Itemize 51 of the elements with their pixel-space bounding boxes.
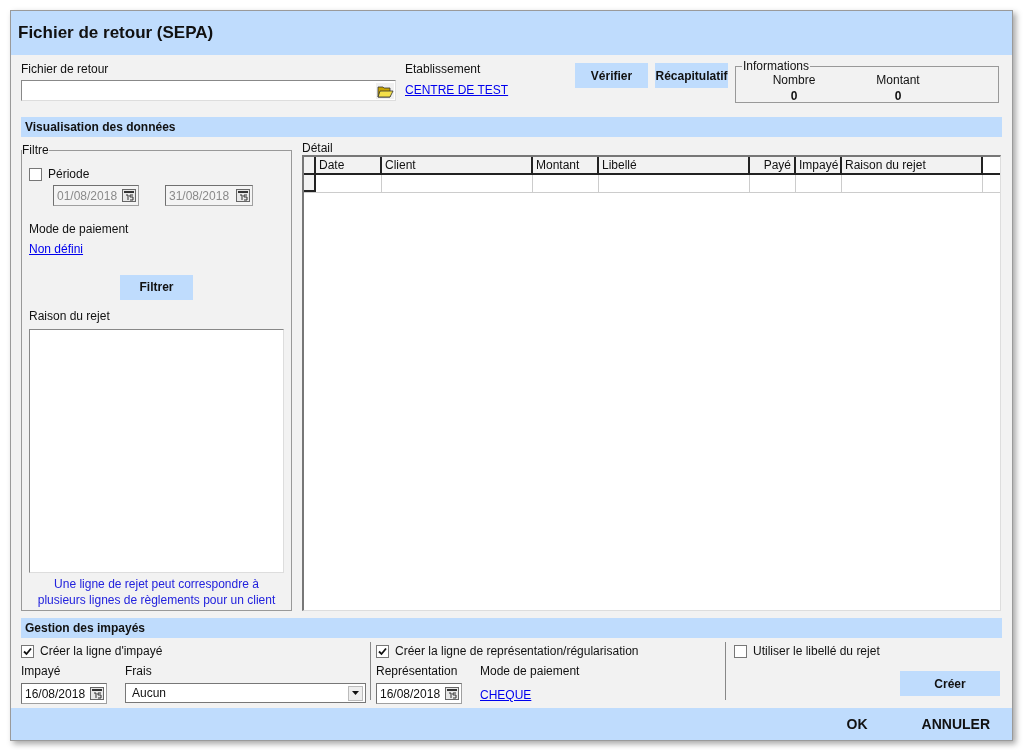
calendar-icon[interactable]: [90, 687, 104, 700]
checkbox[interactable]: [376, 644, 389, 658]
field-label: Fichier de retour: [21, 61, 110, 78]
field-label: Raison du rejet: [29, 307, 111, 325]
section-header-bar: Gestion des impayés: [21, 618, 1002, 638]
payment-mode-link[interactable]: Non défini: [29, 240, 84, 258]
column-header[interactable]: Client: [382, 157, 533, 173]
checkbox-label: Créer la ligne d'impayé: [40, 643, 163, 660]
create-button[interactable]: Créer: [900, 671, 1000, 696]
field-label: Impayé: [21, 663, 62, 680]
checkbox-label: Créer la ligne de représentation/régularisation: [395, 643, 639, 660]
column-header[interactable]: Montant: [533, 157, 599, 173]
info-label: Montant: [876, 72, 920, 88]
field-label: Représentation: [376, 663, 459, 680]
date-field[interactable]: 16/08/2018: [21, 683, 107, 704]
summary-button[interactable]: Récapitulatif: [655, 63, 728, 88]
column-header[interactable]: Impayé: [796, 157, 842, 173]
info-value: 0: [790, 88, 798, 104]
informations-panel: Informations Nombre 0 Montant 0: [735, 60, 999, 103]
field-label: Mode de paiement: [29, 221, 130, 238]
checkbox[interactable]: [21, 644, 34, 658]
file-path-field[interactable]: [21, 80, 396, 101]
verify-button[interactable]: Vérifier: [575, 63, 648, 88]
info-value: 0: [894, 88, 902, 104]
section-label: Détail: [302, 141, 334, 155]
folder-icon[interactable]: [376, 82, 394, 99]
column-header[interactable]: Libellé: [599, 157, 750, 173]
info-label: Nombre: [772, 72, 816, 88]
title-bar: Fichier de retour (SEPA): [11, 11, 1012, 55]
info-note: Une ligne de rejet peut correspondre à plusieurs lignes de règlements pour un client: [36, 576, 277, 608]
row-selector[interactable]: [304, 175, 316, 192]
calendar-icon[interactable]: [445, 687, 459, 700]
section-header-bar: Visualisation des données: [21, 117, 1002, 137]
checkbox-label: Utiliser le libellé du rejet: [753, 643, 880, 660]
checkbox[interactable]: [734, 644, 747, 658]
filter-panel: Filtre Période 01/08/2018 31/08/2018 Mode de paiement Non défini Filtrer Raison du rejet Une ligne de rejet peut correspondre à plusieurs lignes de règlements pour un client: [21, 144, 292, 611]
date-field[interactable]: 16/08/2018: [376, 683, 462, 704]
caret-icon[interactable]: [348, 685, 363, 701]
field-label: Etablissement: [405, 61, 482, 78]
ok-button[interactable]: OK: [844, 713, 870, 735]
cancel-button[interactable]: ANNULER: [919, 713, 992, 735]
fees-dropdown[interactable]: Aucun: [125, 683, 366, 703]
column-header[interactable]: Payé: [750, 157, 796, 173]
column-header[interactable]: Date: [316, 157, 382, 173]
establishment-link[interactable]: CENTRE DE TEST: [405, 81, 565, 99]
column-header[interactable]: Raison du rejet: [842, 157, 983, 173]
field-label: Mode de paiement: [480, 663, 580, 680]
field-label: Frais: [125, 663, 153, 680]
filter-button[interactable]: Filtrer: [120, 275, 193, 300]
payment-mode-link[interactable]: CHEQUE: [480, 686, 532, 704]
checkbox-label: Période: [48, 166, 90, 183]
